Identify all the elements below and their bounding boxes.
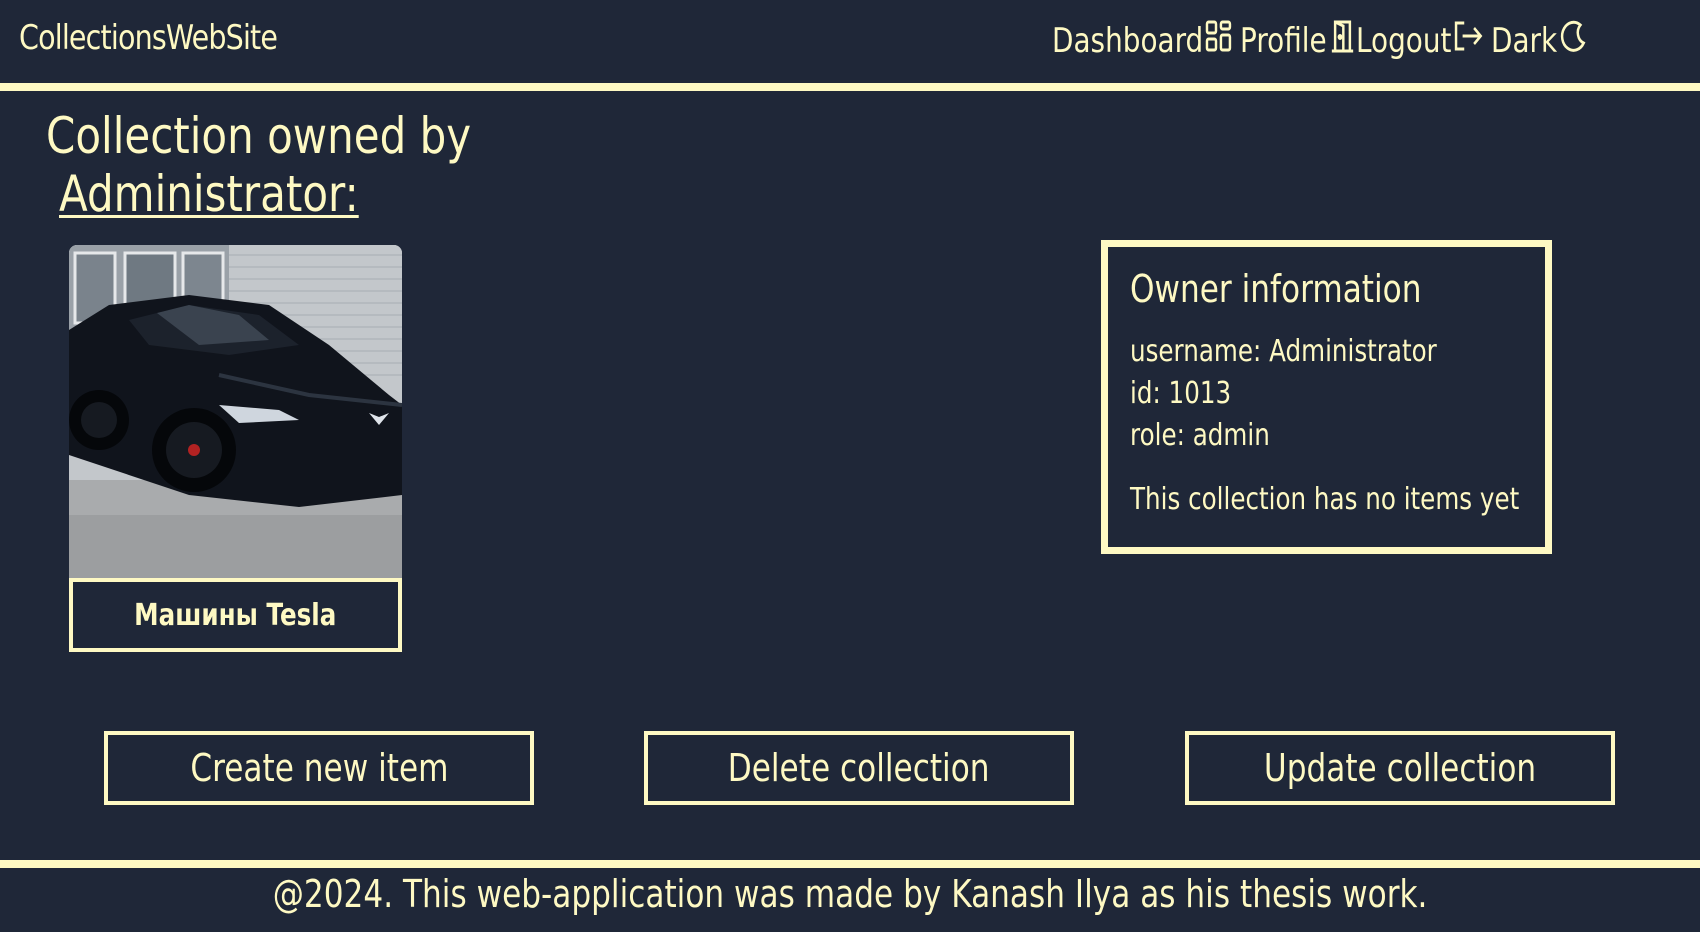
delete-collection-button[interactable]: Delete collection	[644, 731, 1074, 805]
header-divider	[0, 83, 1700, 91]
dashboard-icon	[1205, 19, 1233, 62]
nav-profile-label: Profile	[1240, 20, 1328, 61]
nav-dashboard[interactable]: Dashboard	[1052, 19, 1233, 62]
nav-profile[interactable]: Profile	[1240, 18, 1356, 63]
empty-collection-message: This collection has no items yet	[1130, 482, 1520, 517]
collection-name: Машины Tesla	[134, 597, 337, 633]
delete-collection-button-label: Delete collection	[728, 746, 990, 790]
owner-id: id: 1013	[1130, 376, 1232, 411]
nav-dashboard-label: Dashboard	[1052, 20, 1204, 61]
collection-image	[69, 245, 402, 578]
nav-theme-toggle[interactable]: Dark	[1491, 19, 1587, 62]
owner-profile-link[interactable]: Administrator:	[59, 166, 359, 222]
nav-logout[interactable]: Logout	[1356, 19, 1484, 62]
logout-icon	[1453, 19, 1484, 62]
create-item-button[interactable]: Create new item	[104, 731, 534, 805]
page-title: Collection owned by	[46, 107, 472, 165]
create-item-button-label: Create new item	[189, 746, 449, 790]
moon-icon	[1558, 19, 1586, 62]
footer: @2024. This web-application was made by …	[0, 872, 1700, 916]
door-icon	[1329, 18, 1357, 63]
update-collection-button-label: Update collection	[1263, 746, 1537, 790]
collection-card[interactable]: Машины Tesla	[69, 245, 402, 652]
owner-role: role: admin	[1130, 418, 1270, 453]
page: CollectionsWebSite Dashboard Profile Log…	[0, 0, 1700, 932]
collection-card-label: Машины Tesla	[69, 578, 402, 652]
header: CollectionsWebSite Dashboard Profile Log…	[0, 0, 1700, 83]
owner-info-heading: Owner information	[1130, 267, 1422, 311]
owner-username: username: Administrator	[1130, 334, 1437, 369]
footer-divider	[0, 860, 1700, 868]
nav-bar: Dashboard Profile Logout Dark	[1052, 18, 1625, 63]
brand-logo[interactable]: CollectionsWebSite	[19, 18, 278, 58]
footer-text: @2024. This web-application was made by …	[272, 872, 1428, 916]
nav-logout-label: Logout	[1356, 20, 1452, 61]
owner-info-panel: Owner information username: Administrato…	[1101, 240, 1552, 554]
update-collection-button[interactable]: Update collection	[1185, 731, 1615, 805]
nav-theme-label: Dark	[1490, 20, 1557, 61]
